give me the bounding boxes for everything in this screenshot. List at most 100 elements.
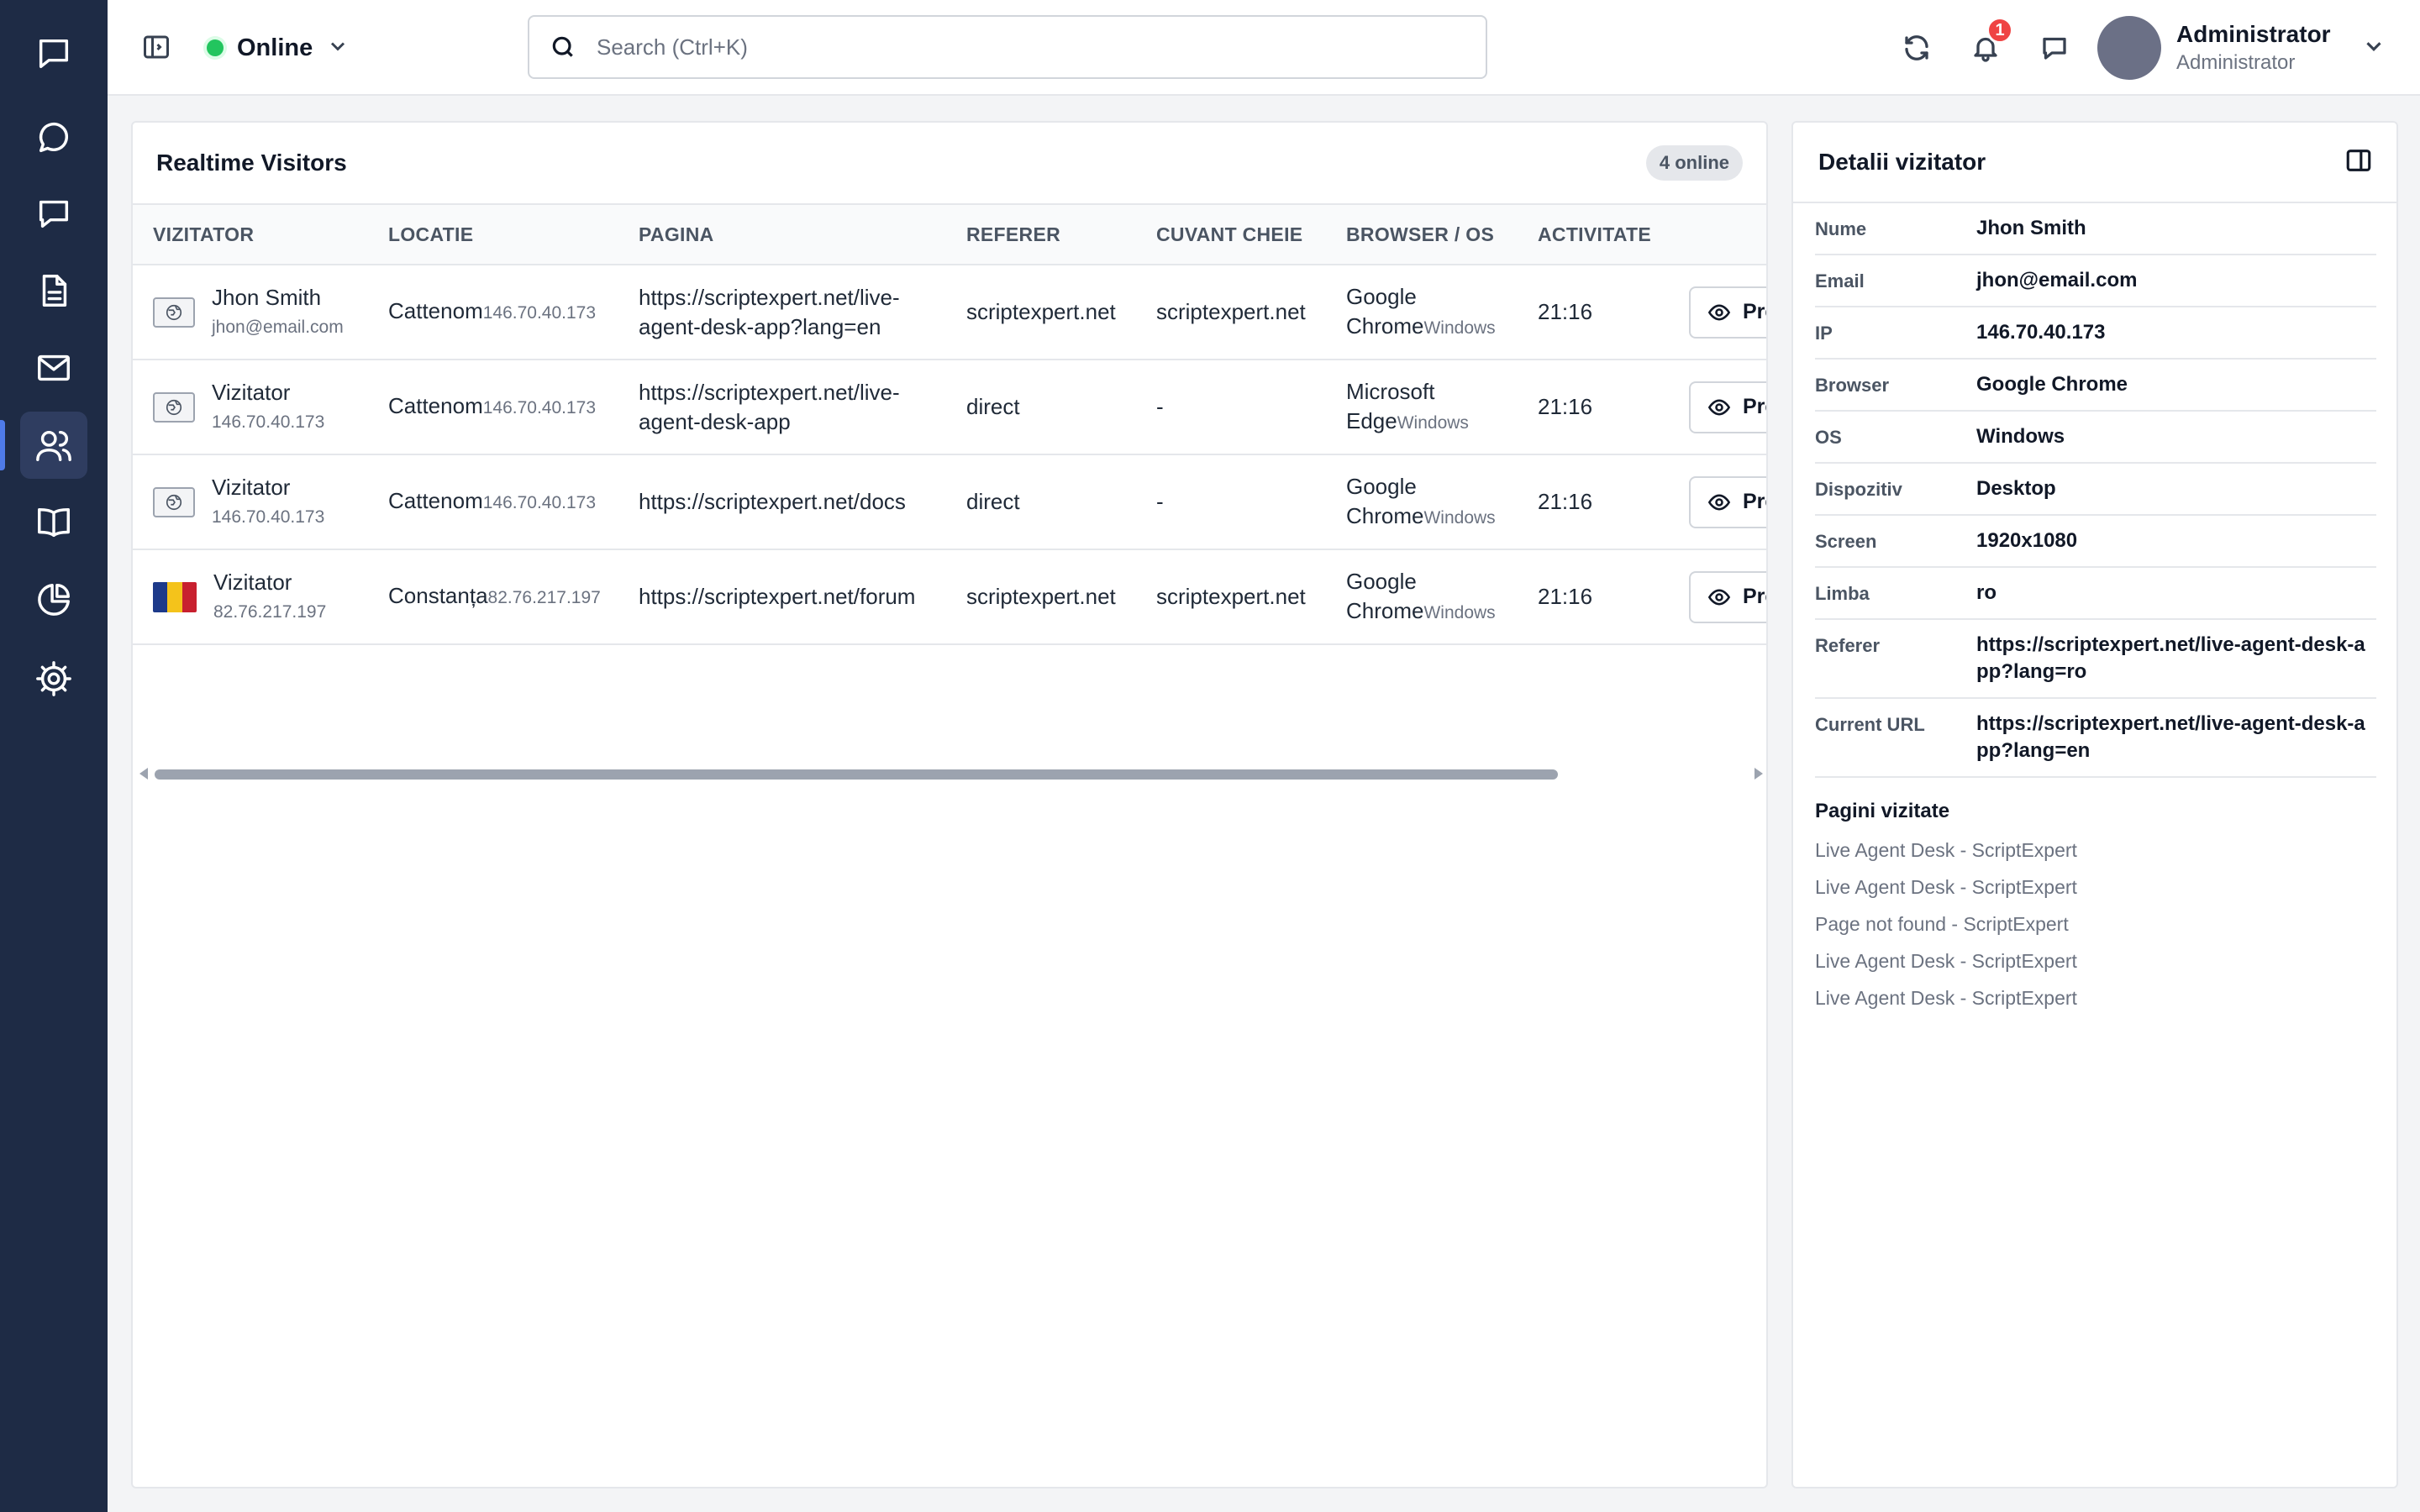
nav-email-button[interactable] xyxy=(20,334,87,402)
detail-value: Jhon Smith xyxy=(1976,217,2086,239)
nav-settings-button[interactable] xyxy=(20,645,87,712)
detail-value: https://scriptexpert.net/live-agent-desk… xyxy=(1976,712,2365,762)
referer: scriptexpert.net xyxy=(946,549,1136,645)
status-selector[interactable]: Online xyxy=(207,27,350,69)
preview-label: Preview xyxy=(1743,395,1766,418)
activity-time: 21:16 xyxy=(1518,454,1669,550)
referer: direct xyxy=(946,454,1136,550)
eye-icon xyxy=(1707,304,1731,320)
location-ip: 146.70.40.173 xyxy=(482,303,597,323)
search-icon xyxy=(552,36,573,57)
table-row[interactable]: Vizitator 146.70.40.173 Cattenom146.70.40… xyxy=(133,360,1766,455)
preview-label: Preview xyxy=(1743,300,1766,323)
detail-value: Desktop xyxy=(1976,477,2056,500)
activity-time: 21:16 xyxy=(1518,549,1669,645)
column-header-actions xyxy=(1669,204,1766,265)
scroll-right-arrow-icon[interactable] xyxy=(1754,768,1763,780)
search-input[interactable] xyxy=(597,34,1437,60)
detail-row-browser: Browser Google Chrome xyxy=(1815,360,2376,412)
visited-page-item: Live Agent Desk - ScriptExpert xyxy=(1815,876,2077,898)
panel-toggle-button[interactable] xyxy=(2344,146,2373,179)
scroll-left-arrow-icon[interactable] xyxy=(139,768,148,780)
keyword: - xyxy=(1136,360,1326,455)
visited-page-item: Live Agent Desk - ScriptExpert xyxy=(1815,950,2077,972)
generic-flag-icon xyxy=(153,391,195,423)
preview-button[interactable]: Preview xyxy=(1689,570,1766,623)
preview-button[interactable]: Preview xyxy=(1689,286,1766,339)
browser: Google Chrome xyxy=(1346,568,1424,623)
column-header[interactable]: ACTIVITATE xyxy=(1518,204,1669,265)
message-icon xyxy=(2043,37,2066,60)
horizontal-scrollbar[interactable] xyxy=(133,763,1766,785)
referer: direct xyxy=(946,360,1136,455)
chat-square-icon xyxy=(39,39,69,69)
realtime-visitors-panel: Realtime Visitors 4 online VIZITATOR LOC… xyxy=(131,121,1768,1488)
column-header[interactable]: REFERER xyxy=(946,204,1136,265)
table-header-row: VIZITATOR LOCATIE PAGINA REFERER CUVANT … xyxy=(133,204,1766,265)
visitor-sub: jhon@email.com xyxy=(212,317,344,337)
nav-knowledge-base-button[interactable] xyxy=(20,489,87,556)
location-city: Constanța xyxy=(388,583,488,608)
status-dot xyxy=(207,39,224,56)
nav-documents-button[interactable] xyxy=(20,257,87,324)
sidebar-toggle-button[interactable] xyxy=(141,32,175,66)
detail-key: Email xyxy=(1815,270,1865,291)
status-label: Online xyxy=(237,34,313,61)
page-url: https://scriptexpert.net/live-agent-desk… xyxy=(618,265,946,360)
visitor-name: Vizitator xyxy=(213,569,292,595)
scrollbar-thumb[interactable] xyxy=(155,769,1558,780)
visitor-sub: 146.70.40.173 xyxy=(212,412,325,432)
column-header[interactable]: PAGINA xyxy=(618,204,946,265)
avatar xyxy=(2097,16,2161,80)
page-url: https://scriptexpert.net/forum xyxy=(618,549,946,645)
chevron-down-icon xyxy=(2361,34,2386,63)
document-icon xyxy=(42,275,67,307)
book-icon xyxy=(38,507,70,538)
notifications-button[interactable]: 1 xyxy=(1966,17,2013,67)
visitor-sub: 82.76.217.197 xyxy=(213,601,327,622)
panel-title: Realtime Visitors xyxy=(156,150,347,176)
nav-chat-button[interactable] xyxy=(20,104,87,171)
detail-value: jhon@email.com xyxy=(1976,269,2138,291)
detail-key: Screen xyxy=(1815,531,1877,552)
top-bar: Online 1 Administrator Administrator xyxy=(108,0,2420,96)
details-list: Nume Jhon Smith Email jhon@email.com IP 146… xyxy=(1815,203,2376,778)
table-row[interactable]: Vizitator 82.76.217.197 Constanța82.76.21… xyxy=(133,549,1766,645)
visited-page-item: Page not found - ScriptExpert xyxy=(1815,913,2069,935)
chat-bubble-icon xyxy=(39,123,69,153)
preview-button[interactable]: Preview xyxy=(1689,475,1766,528)
nav-reports-button[interactable] xyxy=(20,566,87,633)
column-header[interactable]: CUVANT CHEIE xyxy=(1136,204,1326,265)
visited-page-item: Live Agent Desk - ScriptExpert xyxy=(1815,987,2077,1009)
column-header[interactable]: LOCATIE xyxy=(368,204,618,265)
table-row[interactable]: Jhon Smith jhon@email.com Cattenom146.70.… xyxy=(133,265,1766,360)
user-menu[interactable]: Administrator Administrator xyxy=(2097,15,2386,81)
page-url: https://scriptexpert.net/docs xyxy=(618,454,946,550)
column-header[interactable]: BROWSER / OS xyxy=(1326,204,1518,265)
table-row[interactable]: Vizitator 146.70.40.173 Cattenom146.70.40… xyxy=(133,454,1766,550)
nav-conversations-button[interactable] xyxy=(20,20,87,87)
activity-time: 21:16 xyxy=(1518,360,1669,455)
preview-button[interactable]: Preview xyxy=(1689,381,1766,433)
location-city: Cattenom xyxy=(388,298,483,323)
detail-value: Google Chrome xyxy=(1976,373,2128,396)
detail-key: Limba xyxy=(1815,583,1870,604)
refresh-button[interactable] xyxy=(1897,29,1936,67)
activity-time: 21:16 xyxy=(1518,265,1669,360)
user-role: Administrator xyxy=(2176,51,2296,74)
messages-button[interactable] xyxy=(2035,29,2074,67)
nav-visitors-button[interactable] xyxy=(0,412,87,479)
visited-pages-title: Pagini vizitate xyxy=(1815,800,1950,822)
keyword: scriptexpert.net xyxy=(1136,265,1326,360)
page-url: https://scriptexpert.net/live-agent-desk… xyxy=(618,360,946,455)
detail-key: Referer xyxy=(1815,635,1881,656)
detail-value: 1920x1080 xyxy=(1976,529,2078,552)
location-ip: 146.70.40.173 xyxy=(482,398,597,417)
nav-messages-button[interactable] xyxy=(20,180,87,247)
romania-flag-icon xyxy=(153,581,197,612)
visitor-sub: 146.70.40.173 xyxy=(212,507,325,527)
eye-icon xyxy=(1707,494,1731,510)
detail-row-referer: Referer https://scriptexpert.net/live-age… xyxy=(1815,620,2376,699)
chevron-down-icon xyxy=(326,34,350,62)
column-header[interactable]: VIZITATOR xyxy=(133,204,368,265)
